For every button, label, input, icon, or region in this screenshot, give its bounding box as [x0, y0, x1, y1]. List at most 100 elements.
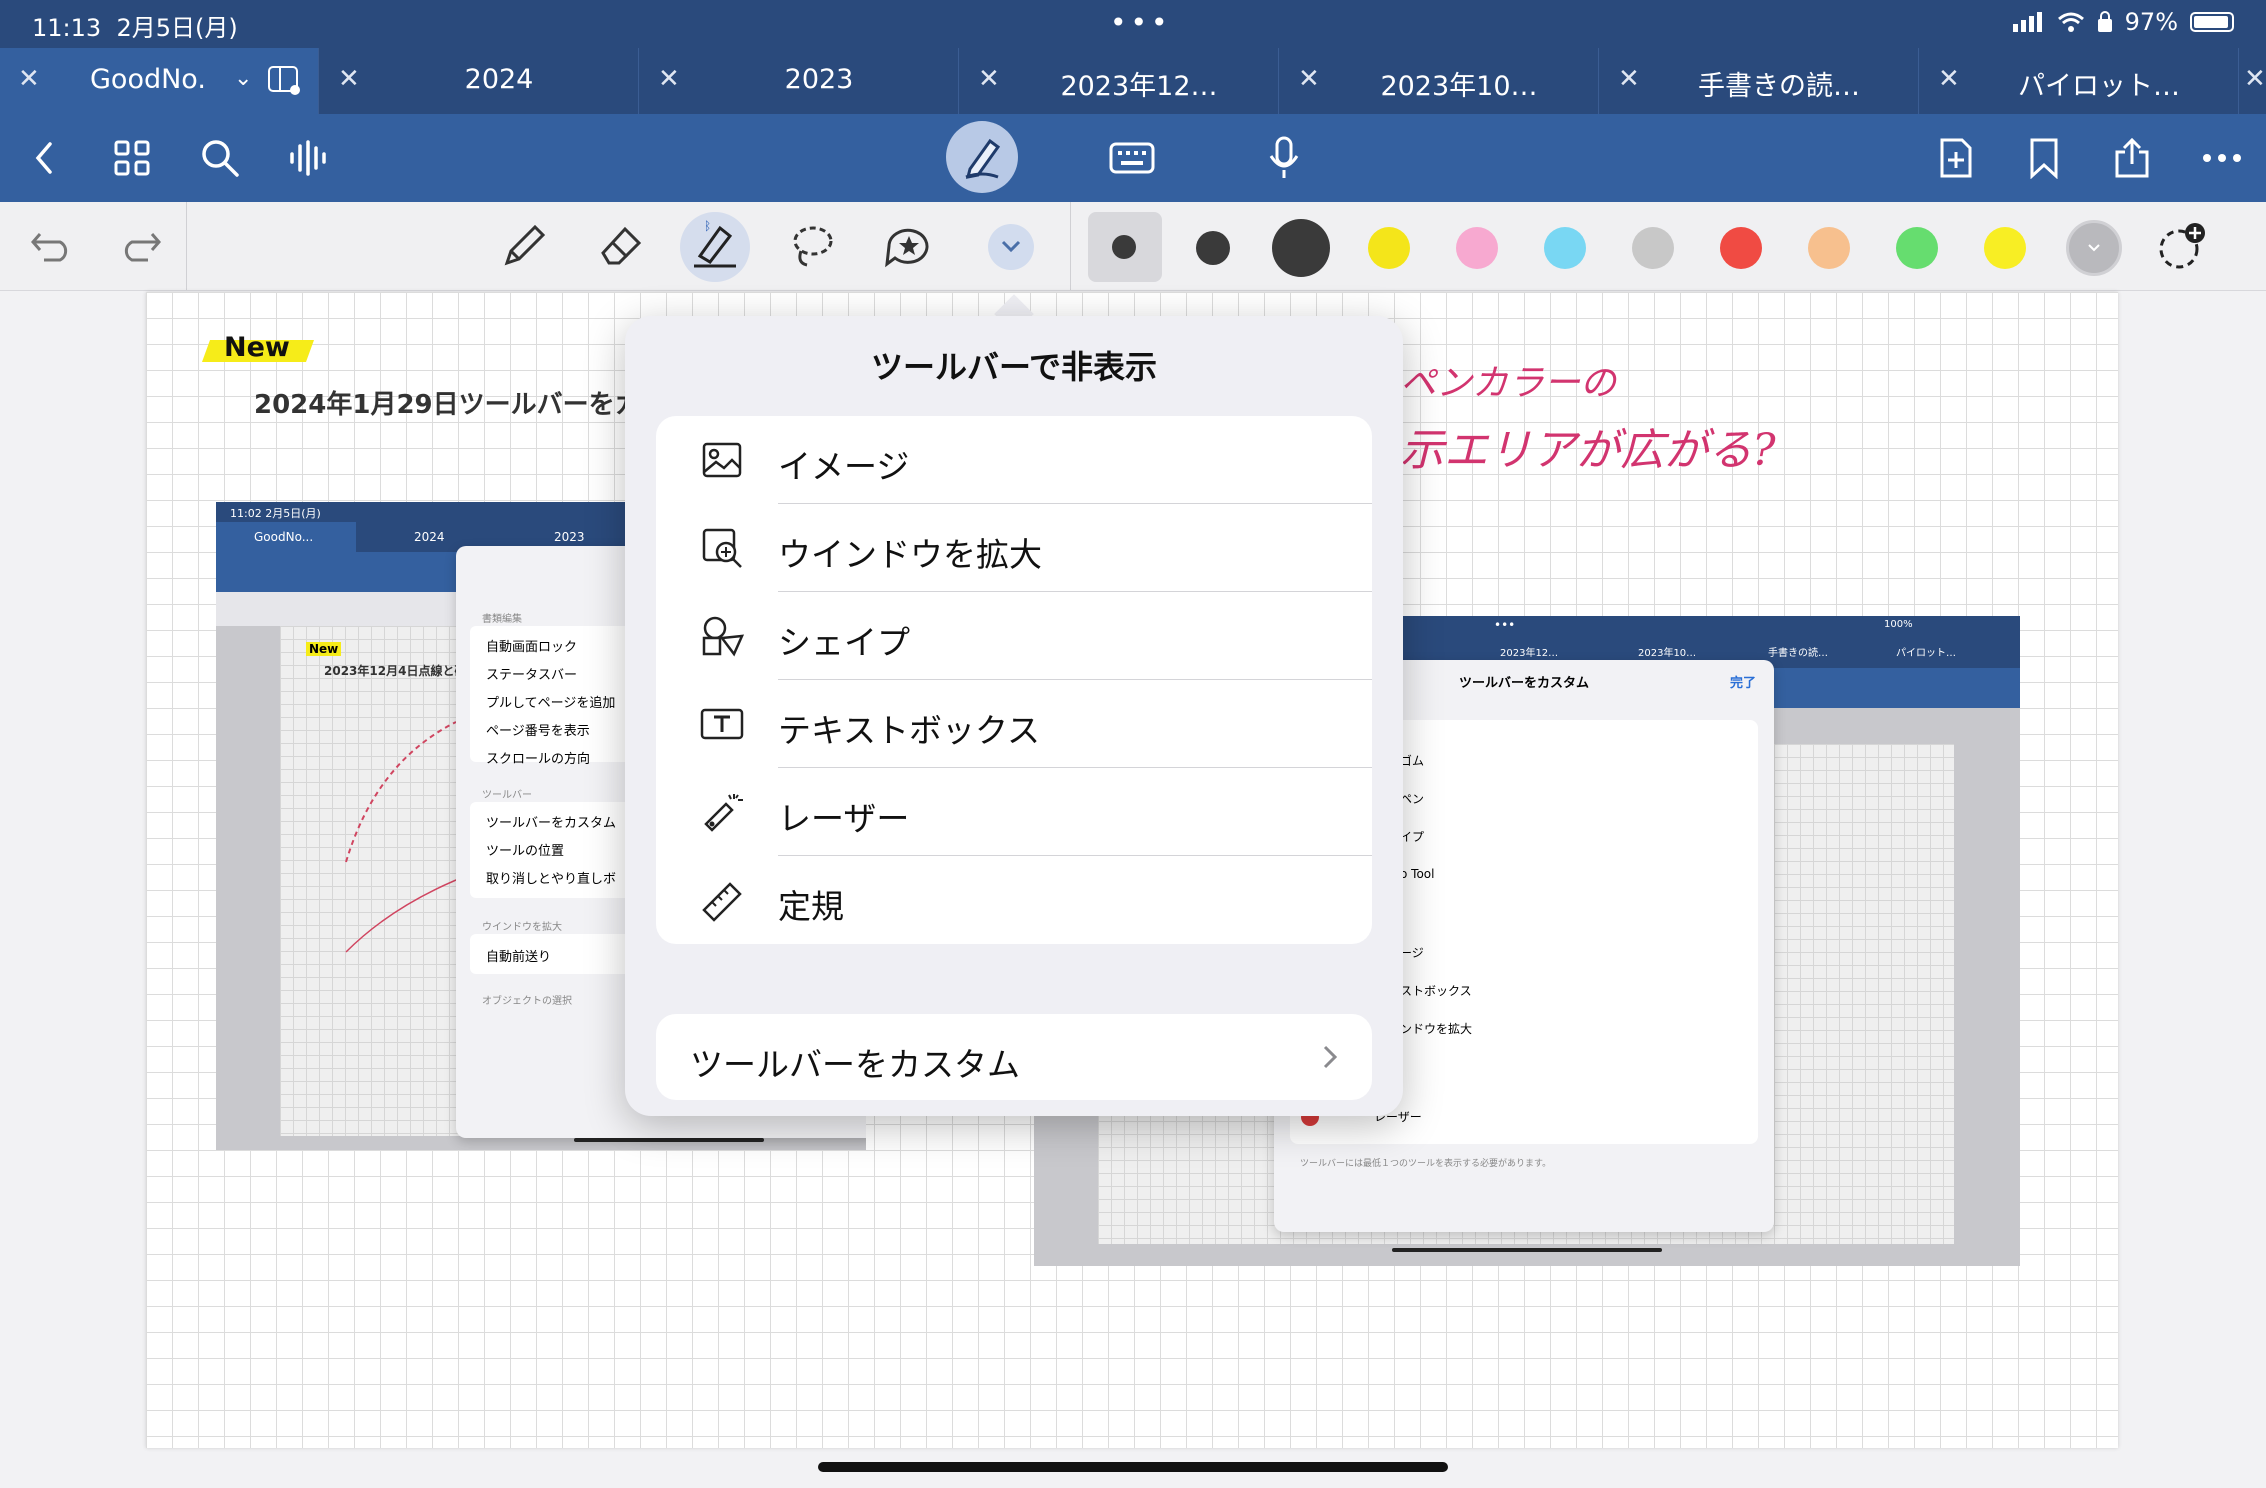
mini-setting-item: 自動画面ロック — [486, 640, 578, 655]
color-swatch-pink[interactable] — [1456, 227, 1498, 269]
thickness-medium-swatch[interactable] — [1196, 231, 1230, 265]
add-page-icon[interactable] — [1932, 134, 1980, 182]
mini-tab-label: 手書きの読… — [1768, 648, 1828, 659]
color-swatch-gray[interactable] — [1632, 227, 1674, 269]
mini-home-indicator — [574, 1138, 764, 1142]
status-time: 11:13 2月5日(月) — [32, 14, 238, 42]
hidden-tool-label: レーザー — [778, 799, 910, 838]
tab-overflow[interactable]: ✕ — [2240, 48, 2266, 114]
hidden-tool-label: シェイプ — [778, 623, 910, 662]
mini-tool-item: ンドウを拡大 — [1400, 1022, 1473, 1036]
color-swatch-blue[interactable] — [1544, 227, 1586, 269]
chevron-right-icon — [1323, 1045, 1338, 1069]
mini-setting-item: ツールの位置 — [486, 844, 565, 859]
mini-setting-item: ステータスバー — [486, 668, 578, 683]
pen-tool-icon[interactable] — [494, 216, 554, 276]
close-icon[interactable]: ✕ — [1298, 64, 1320, 94]
audio-record-icon[interactable] — [284, 134, 332, 182]
chevron-down-icon — [1001, 240, 1021, 253]
bookmark-icon[interactable] — [2020, 134, 2068, 182]
mini-tool-item: ペン — [1400, 792, 1425, 806]
tab-2023[interactable]: ✕ 2023 — [640, 48, 959, 114]
color-swatch-green[interactable] — [1896, 227, 1938, 269]
thickness-thick-swatch[interactable] — [1272, 219, 1330, 277]
close-icon[interactable]: ✕ — [2244, 64, 2266, 94]
add-color-icon[interactable] — [2152, 216, 2212, 276]
status-indicators: 97% — [2012, 8, 2234, 36]
color-swatch-orange[interactable] — [1808, 227, 1850, 269]
mini-tab-label: 2023年10… — [1638, 648, 1697, 659]
hidden-tools-popover: ツールバーで非表示 イメージ ウインドウを拡大 シェイプ テキストボックス レー… — [625, 316, 1403, 1116]
mini-heading: 2023年12月4日点線と破 — [324, 664, 467, 678]
more-tools-dropdown[interactable] — [988, 224, 1034, 270]
close-icon[interactable]: ✕ — [338, 64, 360, 94]
ruler-icon — [702, 882, 742, 922]
mini-section-label: オブジェクトの選択 — [482, 996, 572, 1007]
tab-label: 2023 — [784, 64, 854, 95]
more-icon[interactable] — [2198, 134, 2246, 182]
tab-label: 手書きの読… — [1698, 71, 1860, 102]
tab-label: 2023年12… — [1060, 71, 1218, 102]
signal-icon — [2012, 12, 2042, 32]
chevron-down-icon[interactable]: ⌄ — [234, 66, 252, 91]
color-swatch-red[interactable] — [1720, 227, 1762, 269]
mini-tab-label: 2023 — [554, 530, 585, 544]
close-icon[interactable]: ✕ — [658, 64, 680, 94]
tab-label: パイロット… — [2018, 71, 2180, 102]
customize-toolbar-button[interactable]: ツールバーをカスタム — [656, 1014, 1372, 1100]
undo-icon[interactable] — [22, 216, 82, 276]
laser-pointer-icon — [704, 794, 743, 832]
sidebar-layout-icon[interactable] — [268, 66, 302, 96]
tab-goodnotes[interactable]: ✕ GoodNo... ⌄ — [0, 48, 319, 114]
thickness-fine-swatch[interactable] — [1112, 235, 1136, 259]
lasso-tool-icon[interactable] — [782, 216, 842, 276]
elements-tool-icon[interactable] — [878, 216, 938, 276]
mini-setting-item: ページ番号を表示 — [486, 724, 590, 739]
hidden-tool-ruler[interactable]: 定規 — [656, 856, 1372, 944]
mini-tool-item: イプ — [1400, 830, 1425, 844]
hidden-tool-image[interactable]: イメージ — [656, 416, 1372, 504]
tab-2023-10[interactable]: ✕ 2023年10… — [1280, 48, 1599, 114]
hidden-tool-zoom-window[interactable]: ウインドウを拡大 — [656, 504, 1372, 592]
keyboard-icon[interactable] — [1108, 134, 1156, 182]
tab-handwriting[interactable]: ✕ 手書きの読… — [1600, 48, 1919, 114]
mini-tool-item: ージ — [1400, 946, 1424, 960]
mini-tab-label: 2024 — [414, 530, 445, 544]
hidden-tool-shapes[interactable]: シェイプ — [656, 592, 1372, 680]
microphone-icon[interactable] — [1260, 134, 1308, 182]
highlighter-tool-button[interactable]: ᛒ — [680, 212, 750, 282]
back-icon[interactable] — [20, 134, 68, 182]
tab-2023-12[interactable]: ✕ 2023年12… — [960, 48, 1279, 114]
pen-mode-button[interactable] — [946, 121, 1018, 193]
highlighter-tool-icon: ᛒ — [694, 219, 736, 268]
multitasking-dots[interactable]: ••• — [1110, 6, 1172, 39]
close-icon[interactable]: ✕ — [1938, 64, 1960, 94]
divider — [1070, 202, 1071, 290]
search-icon[interactable] — [196, 134, 244, 182]
tab-pilot[interactable]: ✕ パイロット… — [1920, 48, 2239, 114]
tab-2024[interactable]: ✕ 2024 — [320, 48, 639, 114]
mini-section-label: ウインドウを拡大 — [482, 922, 562, 933]
mini-setting-item: スクロールの方向 — [486, 752, 591, 767]
mini-setting-item: ツールバーをカスタム — [486, 816, 617, 831]
color-swatch-yellow[interactable] — [1368, 227, 1410, 269]
grid-view-icon[interactable] — [108, 134, 156, 182]
color-picker-button[interactable] — [2066, 220, 2122, 276]
mini-footer-note: ツールバーには最低１つのツールを表示する必要があります。 — [1300, 1159, 1552, 1169]
color-swatch-yellow-2[interactable] — [1984, 227, 2026, 269]
hidden-tool-laser[interactable]: レーザー — [656, 768, 1372, 856]
mini-home-indicator — [1392, 1248, 1662, 1252]
eraser-tool-icon[interactable] — [590, 216, 650, 276]
hidden-tool-label: イメージ — [778, 447, 910, 486]
hidden-tool-label: 定規 — [778, 887, 844, 926]
mini-tool-item: ゴム — [1400, 754, 1425, 768]
redo-icon[interactable] — [110, 216, 170, 276]
close-icon[interactable]: ✕ — [18, 64, 40, 94]
tab-bar: ✕ GoodNo... ⌄ ✕ 2024 ✕ 2023 ✕ 2023年12… ✕ 202… — [0, 48, 2266, 114]
mini-tab-label: 2023年12… — [1500, 648, 1559, 659]
share-icon[interactable] — [2108, 134, 2156, 182]
close-icon[interactable]: ✕ — [978, 64, 1000, 94]
close-icon[interactable]: ✕ — [1618, 64, 1640, 94]
hidden-tool-textbox[interactable]: テキストボックス — [656, 680, 1372, 768]
tab-label: GoodNo... — [90, 64, 208, 95]
